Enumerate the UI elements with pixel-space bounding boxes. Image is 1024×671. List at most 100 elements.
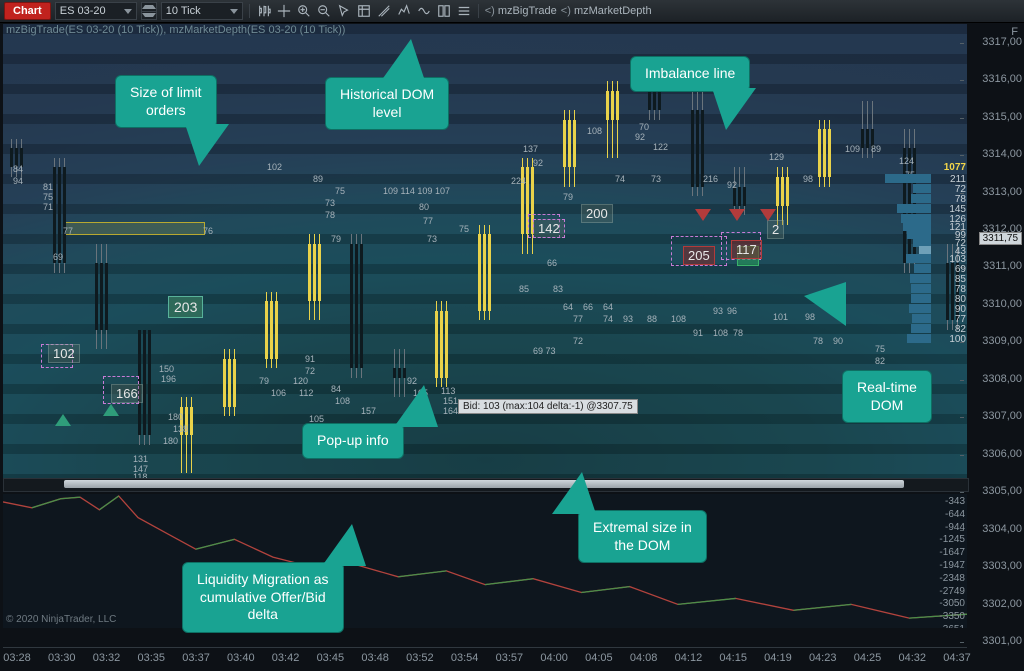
time-tick: 04:08 — [630, 652, 658, 664]
sell-imbalance-icon — [760, 209, 776, 221]
order-size-label: 151 — [443, 396, 458, 406]
order-size-label: 72 — [305, 366, 315, 376]
time-tick: 03:37 — [182, 652, 210, 664]
crosshair-icon[interactable] — [276, 3, 292, 19]
time-tick: 03:32 — [93, 652, 121, 664]
order-size-label: 84 — [13, 164, 23, 174]
indicators-icon[interactable] — [396, 3, 412, 19]
sell-imbalance-icon — [729, 209, 745, 221]
order-size-label: 76 — [203, 226, 213, 236]
callout-realtime: Real-time DOM — [842, 370, 932, 423]
price-tick: 3314,00 — [966, 148, 1022, 160]
order-size-label: 70 — [639, 122, 649, 132]
order-size-label: 78 — [325, 210, 335, 220]
price-tick: 3306,00 — [966, 448, 1022, 460]
order-size-label: 205 — [683, 246, 715, 265]
order-size-label: 75 — [43, 192, 53, 202]
callout-popup: Pop-up info — [302, 423, 404, 459]
order-size-label: 71 — [43, 202, 53, 212]
callout-extremal: Extremal size in the DOM — [578, 510, 707, 563]
order-size-label: 66 — [547, 258, 557, 268]
sell-imbalance-icon — [695, 209, 711, 221]
price-tick: 3303,00 — [966, 560, 1022, 572]
order-size-label: 82 — [875, 356, 885, 366]
time-axis[interactable]: 03:2803:3003:3203:3503:3703:4003:4203:45… — [3, 647, 967, 668]
order-size-label: 64 — [603, 302, 613, 312]
zoom-out-icon[interactable] — [316, 3, 332, 19]
order-size-label: 196 — [161, 374, 176, 384]
order-size-label: 77 — [63, 226, 73, 236]
time-tick: 04:32 — [898, 652, 926, 664]
order-size-label: 77 — [423, 216, 433, 226]
order-size-label: 66 — [583, 302, 593, 312]
scrollbar-thumb[interactable] — [64, 480, 904, 488]
indicator-link-1[interactable]: <) mzMarketDepth — [561, 5, 652, 17]
drawing-icon[interactable] — [376, 3, 392, 19]
chart-trader-icon[interactable] — [436, 3, 452, 19]
order-size-label: 200 — [581, 204, 613, 223]
order-size-label: 102 — [267, 162, 282, 172]
order-size-label: 78 — [813, 336, 823, 346]
strategies-icon[interactable] — [416, 3, 432, 19]
order-size-label: 166 — [111, 384, 143, 403]
dom-max-level: 1077 — [944, 162, 966, 173]
order-size-label: 73 — [427, 234, 437, 244]
order-size-label: 108 — [587, 126, 602, 136]
time-tick: 04:23 — [809, 652, 837, 664]
delta-tick: -2749 — [939, 586, 965, 597]
order-size-label: 75 — [875, 344, 885, 354]
time-tick: 03:40 — [227, 652, 255, 664]
order-size-label: 79 — [563, 192, 573, 202]
price-tick: 3307,00 — [966, 410, 1022, 422]
order-size-label: 85 — [519, 284, 529, 294]
order-size-label: 157 — [361, 406, 376, 416]
instrument-stepper[interactable] — [141, 2, 157, 20]
delta-tick: -1947 — [939, 560, 965, 571]
databox-icon[interactable] — [356, 3, 372, 19]
order-size-label: 216 — [703, 174, 718, 184]
time-tick: 04:15 — [719, 652, 747, 664]
order-size-label: 93 — [623, 314, 633, 324]
order-size-label: 79 — [259, 376, 269, 386]
price-axis[interactable]: F 3301,003302,003303,003304,003305,00330… — [966, 24, 1022, 642]
callout-size-limit: Size of limit orders — [115, 75, 217, 128]
order-size-label: 77 — [573, 314, 583, 324]
horizontal-scrollbar[interactable] — [3, 478, 969, 492]
cursor-icon[interactable] — [336, 3, 352, 19]
time-tick: 04:00 — [540, 652, 568, 664]
liquidity-bar — [63, 222, 205, 235]
instrument-value: ES 03-20 — [60, 5, 120, 17]
order-size-label: 2 — [767, 220, 784, 239]
time-tick: 03:57 — [496, 652, 524, 664]
delta-tick: -1245 — [939, 534, 965, 545]
order-size-label: 122 — [653, 142, 668, 152]
candlestick-icon[interactable] — [256, 3, 272, 19]
price-tick: 3309,00 — [966, 335, 1022, 347]
order-size-label: 75 — [335, 186, 345, 196]
copyright: © 2020 NinjaTrader, LLC — [6, 614, 116, 625]
delta-panel[interactable]: -343-644-944-1245-1647-1947-2348-2749-30… — [3, 494, 967, 628]
order-size-label: 224 — [511, 176, 526, 186]
time-tick: 03:54 — [451, 652, 479, 664]
order-size-label: 74 — [603, 314, 613, 324]
order-size-label: 106 — [271, 388, 286, 398]
buy-imbalance-icon — [55, 414, 71, 426]
order-size-label: 69 — [53, 252, 63, 262]
order-size-label: 89 — [871, 144, 881, 154]
order-size-label: 180 — [168, 412, 183, 422]
price-tick: 3316,00 — [966, 73, 1022, 85]
properties-icon[interactable] — [456, 3, 472, 19]
interval-dropdown[interactable]: 10 Tick — [161, 2, 243, 20]
order-size-label: 74 — [615, 174, 625, 184]
callout-hist-dom: Historical DOM level — [325, 77, 449, 130]
current-price-tag: 3311,75 — [979, 232, 1022, 245]
order-size-label: 131 — [133, 454, 148, 464]
indicator-link-0[interactable]: <) mzBigTrade — [485, 5, 557, 17]
order-size-label: 117 — [731, 240, 762, 259]
zoom-in-icon[interactable] — [296, 3, 312, 19]
delta-line-plot — [3, 494, 967, 628]
time-tick: 04:12 — [675, 652, 703, 664]
price-tick: 3310,00 — [966, 298, 1022, 310]
time-tick: 04:25 — [854, 652, 882, 664]
instrument-dropdown[interactable]: ES 03-20 — [55, 2, 137, 20]
